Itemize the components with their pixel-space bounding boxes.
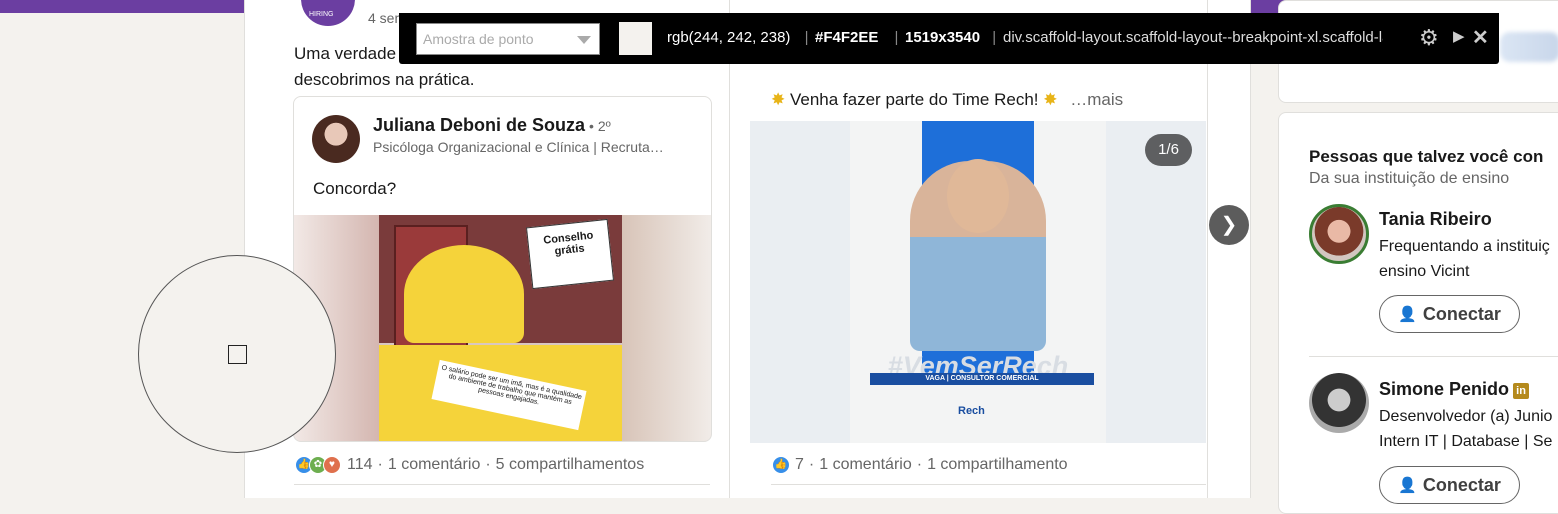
avatar-text: HIRING (309, 11, 334, 18)
see-more-link[interactable]: …mais (1070, 90, 1123, 109)
comments-count[interactable]: 1 comentário (388, 456, 481, 474)
author-avatar[interactable] (312, 115, 360, 163)
color-swatch (619, 22, 652, 55)
poster-band: VAGA | CONSULTOR COMERCIAL (870, 373, 1094, 385)
person-name-text[interactable]: Simone Penido (1379, 379, 1509, 399)
hex-value[interactable]: #F4F2EE | (815, 29, 898, 46)
author-name[interactable]: Juliana Deboni de Souza • 2º (373, 115, 611, 136)
image-blur-right (622, 215, 711, 441)
person-headline-line: Frequentando a instituiç (1379, 238, 1550, 255)
person-avatar[interactable] (1309, 204, 1369, 264)
separator-dot: · (377, 456, 383, 473)
hex-text: #F4F2EE (815, 29, 879, 46)
carousel-next-button[interactable]: ❯ (1209, 205, 1249, 245)
post-text: ✸ Venha fazer parte do Time Rech! ✸ …mai… (771, 90, 1123, 110)
separator: | (992, 29, 997, 46)
person-headline: Frequentando a instituiç ensino Vicint (1379, 234, 1550, 284)
connect-button[interactable]: 👤 Conectar (1379, 466, 1520, 504)
person-headline-line: Intern IT | Database | Se (1379, 433, 1553, 450)
color-picker-toolbar: Amostra de ponto rgb(244, 242, 238) | #F… (399, 13, 1499, 64)
post-text-line-2: descobrimos na prática. (294, 70, 475, 89)
add-person-icon: 👤 (1398, 477, 1417, 494)
separator-dot: · (485, 456, 491, 473)
magnifier-pixel-indicator (228, 345, 247, 364)
reactions-count[interactable]: 7 (795, 456, 804, 474)
connection-degree: • 2º (589, 118, 611, 134)
close-icon[interactable]: ✕ (1472, 25, 1489, 50)
suggestions-subtitle: Da sua instituição de ensino (1309, 170, 1510, 187)
feed-divider (729, 0, 730, 498)
feed-divider-right (1207, 0, 1208, 498)
connect-label: Conectar (1422, 474, 1501, 495)
person-headline-line: Desenvolvedor (a) Junio (1379, 408, 1553, 425)
social-counts: 👍 ✿ ♥ 114 · 1 comentário · 5 compartilha… (295, 456, 644, 474)
separator-dot: · (808, 456, 815, 473)
post-text-content: Venha fazer parte do Time Rech! (789, 90, 1039, 109)
element-size: 1519x3540 | (905, 29, 996, 46)
meme-image[interactable]: Conselho grátis O salário pode ser um im… (294, 215, 711, 441)
rgb-value[interactable]: rgb(244, 242, 238) | (667, 29, 809, 46)
carousel-counter: 1/6 (1145, 134, 1192, 166)
sidebar-blur-element (1500, 32, 1558, 62)
sparkle-icon: ✸ (1043, 90, 1058, 109)
sample-mode-select[interactable]: Amostra de ponto (416, 23, 600, 55)
size-text: 1519x3540 (905, 29, 981, 46)
divider (771, 484, 1206, 485)
person-name[interactable]: Simone Penido in (1379, 379, 1530, 400)
meme-sign: Conselho grátis (525, 218, 615, 290)
meme-character (404, 245, 524, 343)
separator: | (894, 29, 899, 46)
like-icon[interactable]: 👍 (772, 456, 790, 474)
shared-post-card[interactable]: Juliana Deboni de Souza • 2º Psicóloga Or… (293, 96, 712, 442)
element-selector[interactable]: div.scaffold-layout.scaffold-layout--bre… (1003, 29, 1383, 46)
play-icon[interactable]: ▶ (1453, 27, 1465, 45)
love-icon: ♥ (323, 456, 341, 474)
divider (294, 484, 710, 485)
shared-post-text: Concorda? (313, 179, 397, 198)
separator: | (804, 29, 809, 46)
carousel-image[interactable]: #VemSerRech VAGA | CONSULTOR COMERCIAL R… (750, 121, 1206, 443)
poster-person-head (947, 159, 1009, 233)
divider (1309, 356, 1558, 357)
connect-label: Conectar (1422, 303, 1501, 324)
poster-logo: Rech (958, 405, 985, 417)
comments-count[interactable]: 1 comentário (819, 456, 912, 474)
person-name[interactable]: Tania Ribeiro (1379, 209, 1492, 230)
sample-mode-placeholder: Amostra de ponto (423, 31, 534, 47)
shares-count[interactable]: 5 compartilhamentos (496, 456, 645, 474)
rgb-text: rgb(244, 242, 238) (667, 29, 791, 46)
person-headline-line: ensino Vicint (1379, 263, 1470, 280)
chevron-down-icon (577, 36, 591, 44)
gear-icon[interactable]: ⚙ (1419, 25, 1439, 51)
shares-count[interactable]: 1 compartilhamento (927, 456, 1068, 474)
person-headline: Desenvolvedor (a) Junio Intern IT | Data… (1379, 404, 1552, 454)
connect-button[interactable]: 👤 Conectar (1379, 295, 1520, 333)
author-name-text[interactable]: Juliana Deboni de Souza (373, 115, 585, 135)
reactions-count[interactable]: 114 (347, 456, 373, 474)
linkedin-badge-icon: in (1513, 383, 1530, 399)
social-counts: 👍 7 · 1 comentário · 1 compartilhamento (772, 456, 1068, 474)
person-avatar[interactable] (1309, 373, 1369, 433)
job-poster: #VemSerRech VAGA | CONSULTOR COMERCIAL R… (850, 121, 1106, 443)
reaction-icons[interactable]: 👍 ✿ ♥ (295, 456, 341, 474)
suggestions-title: Pessoas que talvez você con (1309, 147, 1544, 166)
author-headline: Psicóloga Organizacional e Clínica | Rec… (373, 139, 664, 155)
separator-dot: · (916, 456, 923, 473)
add-person-icon: 👤 (1398, 306, 1417, 323)
sparkle-icon: ✸ (771, 90, 786, 109)
